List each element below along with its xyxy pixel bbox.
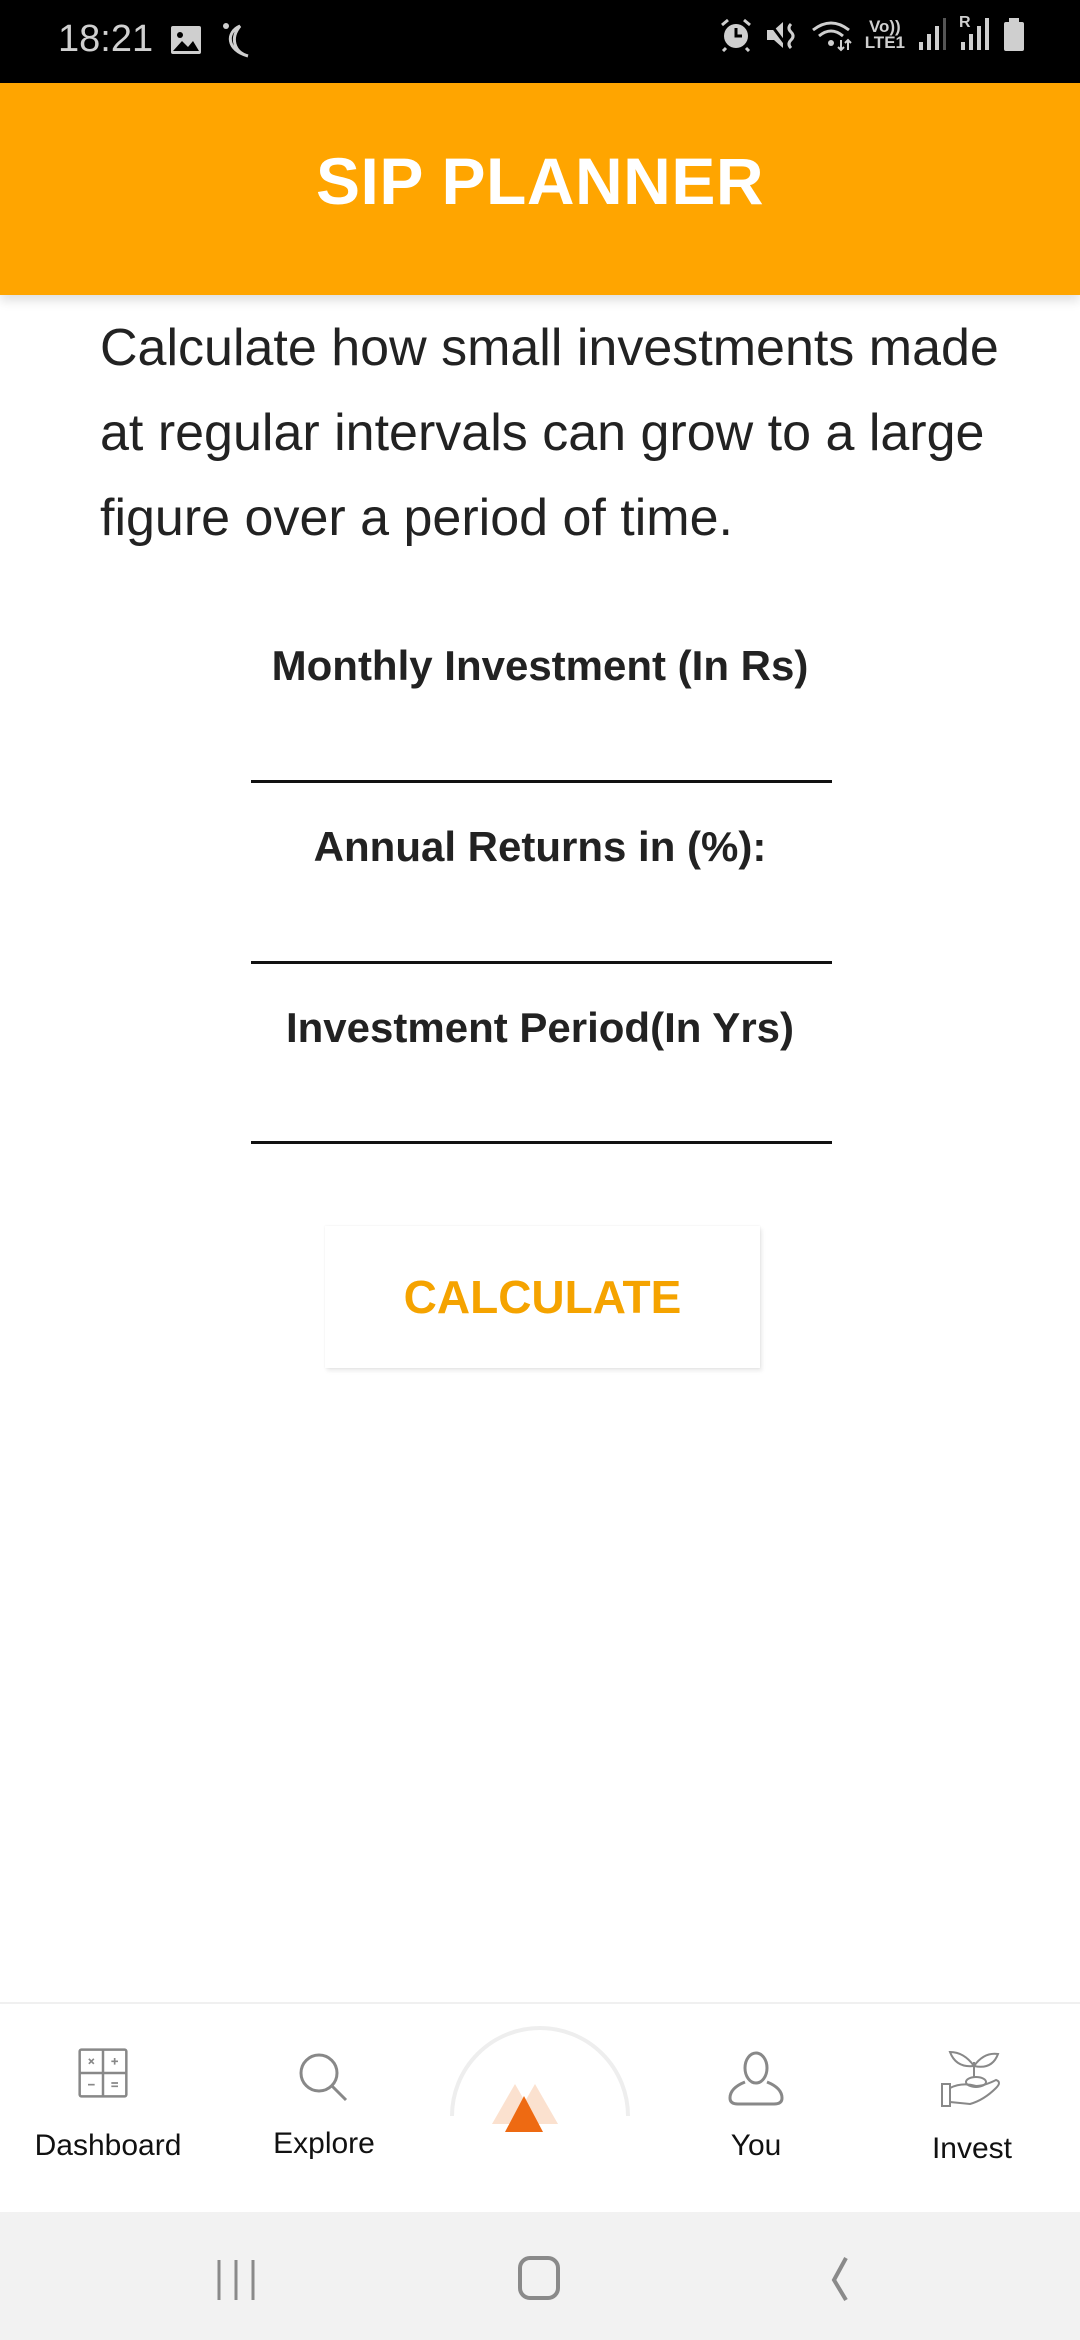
status-bar: 18:21 Vo)) LTE1 R (0, 0, 1080, 83)
search-icon (299, 2053, 348, 2102)
app-bar: SIP PLANNER (0, 83, 1080, 295)
home-button[interactable] (510, 2252, 570, 2304)
annual-returns-input[interactable] (251, 909, 832, 964)
user-icon (728, 2051, 784, 2106)
status-time: 18:21 (58, 18, 154, 60)
investment-period-input[interactable] (251, 1089, 832, 1144)
signal-icon (919, 18, 946, 50)
mute-icon (766, 21, 795, 50)
home-logo-icon (450, 2026, 630, 2132)
back-button[interactable] (812, 2252, 872, 2304)
nav-item-home[interactable] (432, 2004, 648, 2204)
page-title: SIP PLANNER (315, 144, 765, 218)
nav-item-you[interactable]: You (648, 2004, 864, 2204)
wifi-icon (811, 21, 852, 52)
nav-label-invest: Invest (931, 2132, 1013, 2165)
calculate-button[interactable]: CALCULATE (325, 1226, 760, 1368)
annual-returns-label: Annual Returns in (%): (313, 823, 767, 870)
calculator-icon (78, 2048, 128, 2098)
battery-icon (1004, 18, 1024, 51)
nav-label-explore: Explore (273, 2127, 375, 2160)
moon-icon (223, 23, 249, 58)
gallery-icon (171, 26, 201, 54)
system-nav-bar (0, 2212, 1080, 2340)
description-text: Calculate how small investments made at … (100, 319, 999, 547)
monthly-investment-input[interactable] (251, 728, 832, 783)
volte-icon: Vo)) LTE1 (864, 17, 905, 52)
bottom-nav: Dashboard Explore You Invest (0, 2002, 1080, 2214)
nav-item-invest[interactable]: Invest (864, 2004, 1080, 2204)
nav-label-you: You (730, 2129, 782, 2162)
nav-label-dashboard: Dashboard (34, 2129, 182, 2162)
roaming-signal-icon: R (959, 14, 991, 52)
plant-hand-icon (941, 2050, 1000, 2107)
monthly-investment-label: Monthly Investment (In Rs) (271, 642, 809, 689)
alarm-icon (720, 18, 751, 52)
recents-button[interactable] (207, 2252, 267, 2304)
nav-item-explore[interactable]: Explore (216, 2004, 432, 2204)
nav-item-dashboard[interactable]: Dashboard (0, 2004, 216, 2204)
investment-period-label: Investment Period(In Yrs) (285, 1004, 795, 1051)
